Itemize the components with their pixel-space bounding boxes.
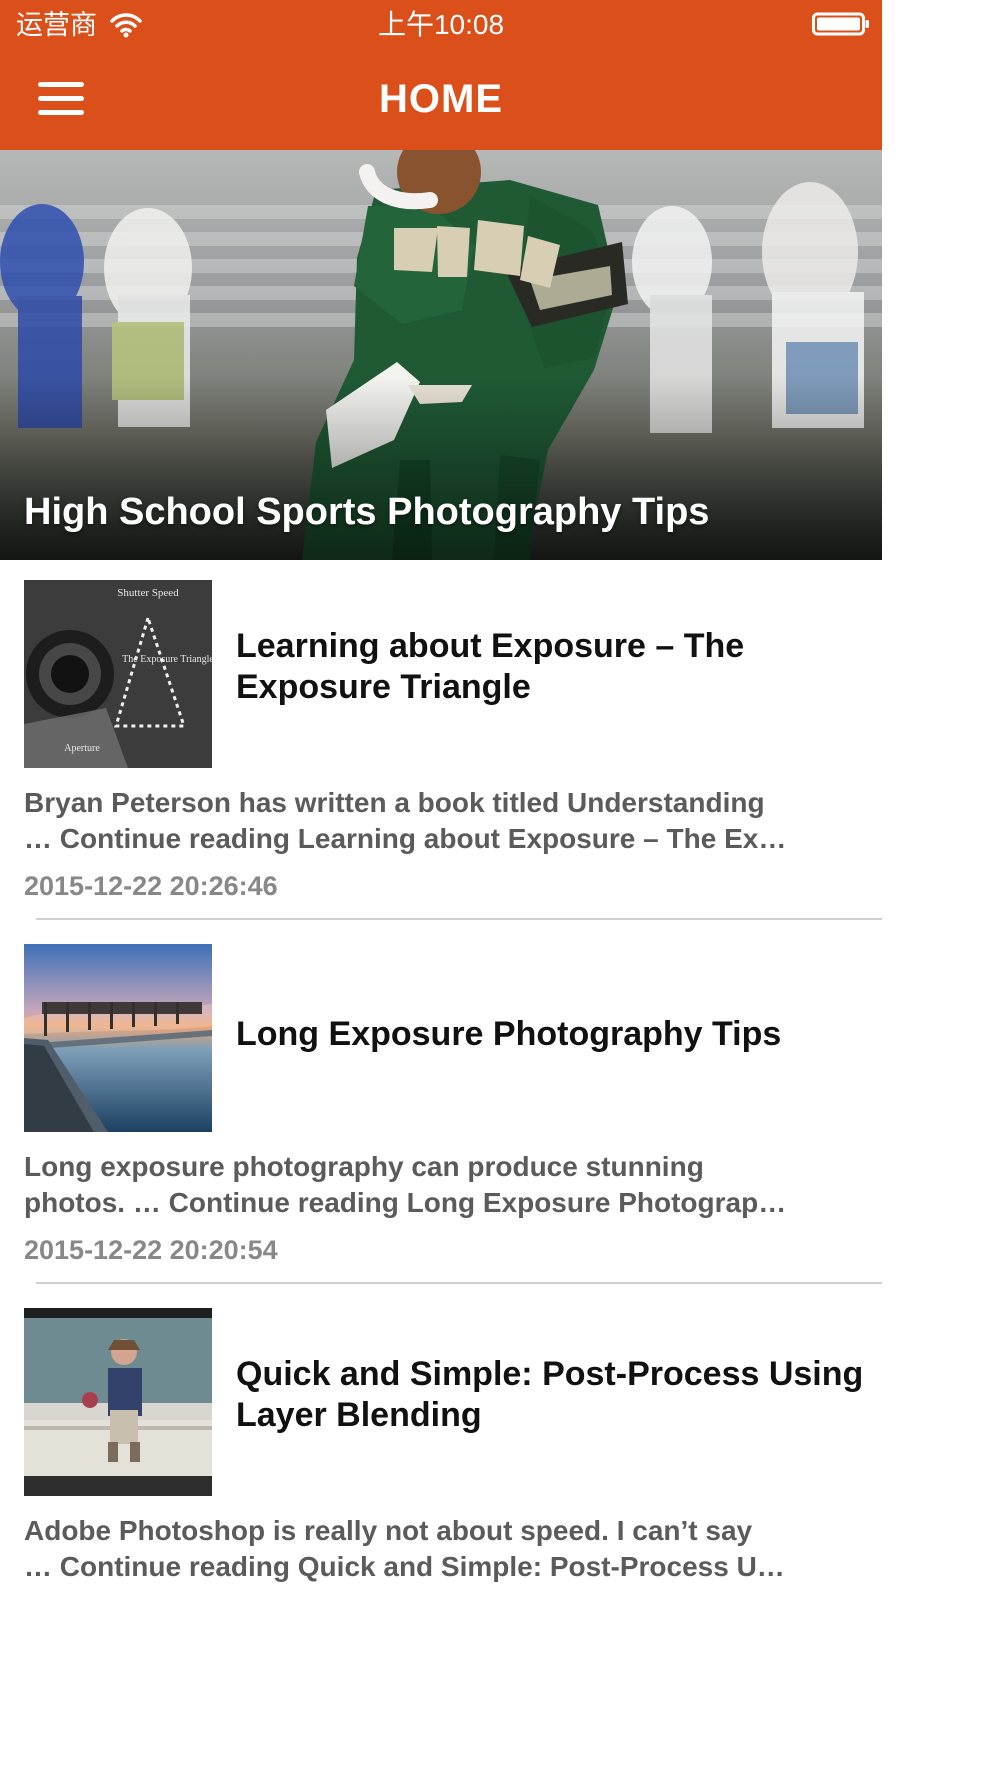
thumbnail-caption-center: The Exposure Triangle (122, 654, 212, 665)
article-title: Long Exposure Photography Tips (236, 1015, 782, 1053)
article-excerpt: Adobe Photoshop is really not about spee… (24, 1513, 858, 1585)
article-title-line-2: Exposure Triangle (236, 668, 531, 706)
article-thumbnail: Shutter Speed The Exposure Triangle Aper… (24, 580, 212, 768)
article-excerpt-line-1: Long exposure photography can produce st… (24, 1151, 704, 1182)
layer-blending-thumbnail (24, 1308, 212, 1496)
article-card[interactable]: Shutter Speed The Exposure Triangle Aper… (0, 560, 882, 924)
battery-icon (812, 12, 869, 36)
status-time: 上午10:08 (377, 9, 505, 40)
thumbnail-caption-bottom: Aperture (64, 743, 100, 754)
article-excerpt-line-2: photos. … Continue reading Long Exposure… (24, 1187, 787, 1218)
article-divider (36, 1282, 882, 1284)
featured-story-card[interactable]: High School Sports Photography Tips (0, 150, 882, 560)
article-title-line-2: Layer Blending (236, 1396, 482, 1434)
article-excerpt-line-2: … Continue reading Quick and Simple: Pos… (24, 1551, 785, 1582)
camera-triangle-thumbnail: Shutter Speed The Exposure Triangle Aper… (24, 580, 212, 768)
long-exposure-thumbnail (24, 944, 212, 1132)
article-title-line-1: Learning about Exposure – The (236, 627, 745, 665)
article-card[interactable]: Quick and Simple: Post-Process Using Lay… (0, 1288, 882, 1652)
article-thumbnail (24, 944, 212, 1132)
article-excerpt-line-1: Bryan Peterson has written a book titled… (24, 787, 765, 818)
article-title-line-1: Quick and Simple: Post-Process Using (236, 1355, 864, 1393)
page-title: HOME (379, 77, 503, 121)
article-title: Quick and Simple: Post-Process Using Lay… (236, 1354, 882, 1436)
featured-story-title: High School Sports Photography Tips (24, 491, 710, 533)
article-card[interactable]: Long Exposure Photography Tips Long expo… (0, 924, 882, 1288)
article-excerpt: Bryan Peterson has written a book titled… (24, 785, 858, 857)
article-excerpt-line-1: Adobe Photoshop is really not about spee… (24, 1515, 753, 1546)
article-date: 2015-12-22 20:20:54 (24, 1235, 278, 1265)
article-title: Learning about Exposure – The Exposure T… (236, 626, 882, 708)
article-divider (36, 918, 882, 920)
article-excerpt: Long exposure photography can produce st… (24, 1149, 858, 1221)
app-screen: 运营商 上午10:08 HOME High School Sports Phot… (0, 0, 882, 1778)
article-thumbnail (24, 1308, 212, 1496)
thumbnail-caption-top: Shutter Speed (117, 587, 179, 599)
article-excerpt-line-2: … Continue reading Learning about Exposu… (24, 823, 787, 854)
top-app-bar: 运营商 上午10:08 HOME (0, 0, 882, 150)
article-date: 2015-12-22 20:26:46 (24, 871, 278, 901)
